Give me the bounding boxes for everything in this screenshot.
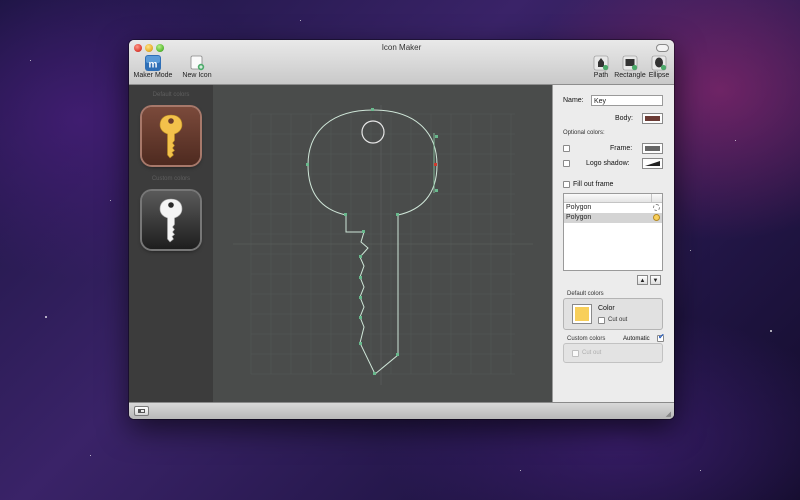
ellipse-tool-icon (651, 55, 667, 71)
path-tool-label: Path (593, 72, 609, 79)
shape-list-header (564, 194, 662, 203)
optional-colors-heading: Optional colors: (563, 130, 605, 136)
preview-panel: Default colors Custom colors (129, 85, 213, 402)
custom-colors-heading: Custom colors (151, 176, 191, 182)
bottom-bar: ◢ (129, 402, 674, 419)
star (690, 250, 691, 251)
new-icon-button[interactable]: New Icon (181, 55, 213, 83)
gradient-icon (645, 161, 660, 166)
star (90, 455, 91, 456)
custom-cut-out-label: Cut out (582, 350, 602, 356)
name-field[interactable]: Key (591, 95, 663, 106)
toolbar-toggle-button[interactable] (656, 44, 669, 52)
list-item[interactable]: Polygon (564, 203, 662, 213)
cut-out-label: Cut out (608, 317, 628, 323)
new-icon-icon (190, 55, 205, 71)
custom-colors-heading: Custom colors (567, 336, 606, 342)
automatic-checkbox[interactable] (657, 332, 665, 342)
key-icon (159, 198, 183, 243)
logo-shadow-label: Logo shadow: (586, 160, 630, 167)
body-label: Body: (615, 115, 633, 122)
frame-label: Frame: (610, 145, 633, 152)
rectangle-tool-button[interactable]: Rectangle (614, 55, 646, 83)
default-colors-group: Color Cut out (563, 298, 663, 330)
shape-visibility-icon[interactable] (653, 204, 660, 211)
ellipse-tool-label: Ellipse (648, 72, 670, 79)
frame-color-swatch (645, 146, 660, 151)
key-icon (159, 114, 183, 159)
maker-mode-button[interactable]: m Maker Mode (133, 55, 173, 83)
default-colors-heading: Default colors (152, 92, 190, 98)
rectangle-tool-icon (622, 55, 638, 71)
cut-out-checkbox[interactable] (598, 317, 605, 324)
move-up-button[interactable]: ▲ (637, 275, 648, 285)
fill-out-frame-label: Fill out frame (573, 181, 614, 188)
star (30, 60, 31, 61)
fill-out-frame-checkbox[interactable] (563, 181, 570, 188)
frame-checkbox[interactable] (563, 145, 570, 152)
window-title: Icon Maker (381, 43, 422, 52)
star (770, 330, 772, 332)
resize-grip-icon[interactable]: ◢ (666, 410, 671, 418)
path-tool-button[interactable]: Path (591, 55, 611, 83)
automatic-label: Automatic (623, 336, 650, 342)
star (520, 470, 521, 471)
star (110, 200, 111, 201)
inspector-panel: Name: Key Body: Optional colors: Frame: … (552, 85, 674, 402)
maker-mode-label: Maker Mode (133, 72, 173, 79)
rectangle-tool-label: Rectangle (614, 72, 646, 79)
shape-name: Polygon (566, 214, 592, 221)
custom-colors-group: Cut out (563, 343, 663, 363)
path-tool-icon (593, 55, 609, 71)
color-label: Color (598, 305, 615, 312)
new-icon-label: New Icon (182, 72, 212, 79)
default-color-swatch (575, 307, 589, 321)
default-color-well[interactable] (572, 304, 592, 324)
star (735, 140, 736, 141)
custom-cut-out-checkbox[interactable] (572, 350, 579, 357)
star (700, 470, 701, 471)
name-label: Name: (563, 97, 584, 104)
svg-text:m: m (149, 60, 158, 71)
default-colors-heading: Default colors (567, 291, 604, 297)
shape-name: Polygon (566, 204, 592, 211)
logo-shadow-gradient-well[interactable] (642, 158, 663, 169)
drawing-canvas[interactable] (213, 85, 552, 402)
star (300, 20, 301, 21)
maker-mode-icon: m (145, 55, 161, 71)
icon-maker-window: Icon Maker m Maker Mode New Icon Path Re… (129, 40, 674, 419)
star (45, 316, 47, 318)
default-colors-preview[interactable] (142, 107, 200, 165)
body-color-well[interactable] (642, 113, 663, 124)
move-down-button[interactable]: ▼ (650, 275, 661, 285)
canvas-drawing (233, 105, 533, 385)
shape-list[interactable]: Polygon Polygon (563, 193, 663, 271)
frame-color-well[interactable] (642, 143, 663, 154)
title-bar: Icon Maker m Maker Mode New Icon Path Re… (129, 40, 674, 85)
logo-shadow-checkbox[interactable] (563, 160, 570, 167)
custom-colors-preview[interactable] (142, 191, 200, 249)
body-color-swatch (645, 116, 660, 121)
list-item[interactable]: Polygon (564, 213, 662, 223)
shape-color-icon[interactable] (653, 214, 660, 221)
toggle-sidebar-button[interactable] (134, 406, 149, 416)
ellipse-tool-button[interactable]: Ellipse (648, 55, 670, 83)
